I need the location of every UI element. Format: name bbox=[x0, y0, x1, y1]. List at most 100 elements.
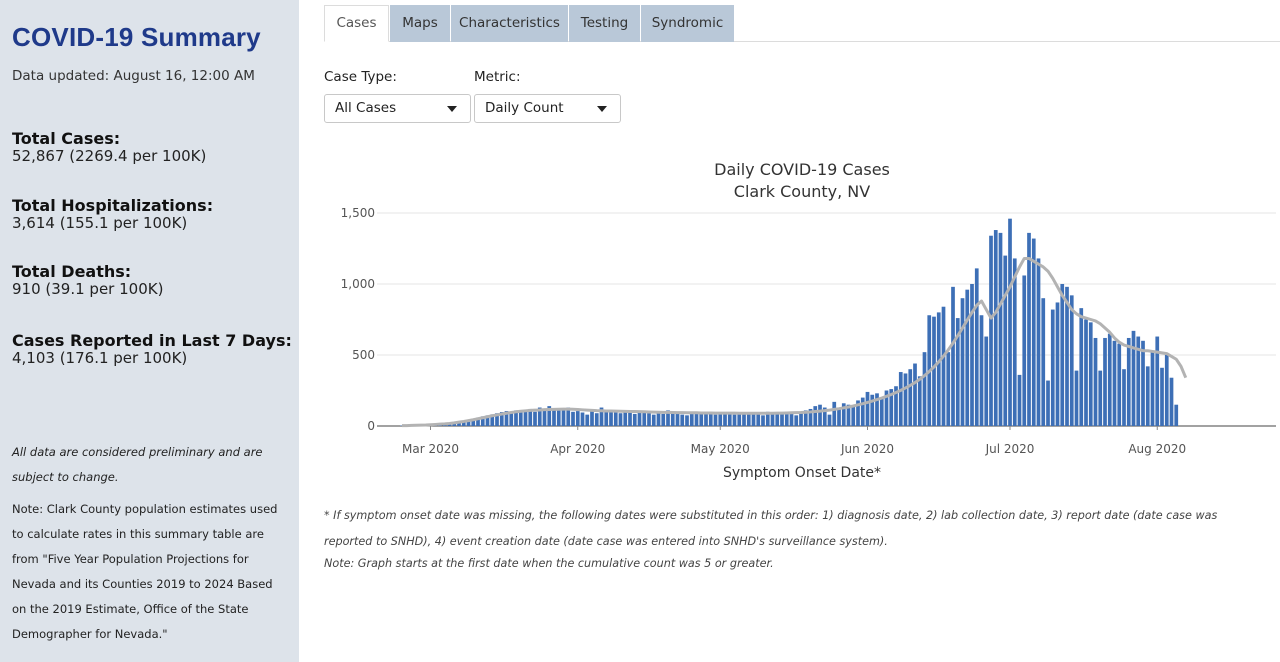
total-hospitalizations-label: Total Hospitalizations: bbox=[12, 196, 214, 215]
x-tick-label: Mar 2020 bbox=[402, 442, 459, 456]
daily-bar bbox=[941, 306, 946, 426]
daily-bar bbox=[1074, 370, 1079, 426]
daily-bar bbox=[1046, 380, 1050, 426]
preliminary-note: All data are considered preliminary and … bbox=[12, 445, 263, 484]
y-tick-label: 1,000 bbox=[341, 277, 375, 291]
daily-bar bbox=[789, 412, 794, 426]
daily-bar bbox=[917, 376, 922, 426]
daily-bar bbox=[623, 412, 628, 426]
daily-bar bbox=[1060, 284, 1065, 426]
daily-bar bbox=[922, 352, 927, 426]
daily-bar bbox=[832, 401, 837, 426]
tab-syndromic[interactable]: Syndromic bbox=[641, 5, 734, 42]
daily-bar bbox=[903, 373, 908, 426]
daily-bar bbox=[656, 412, 661, 426]
daily-bar bbox=[898, 372, 903, 426]
daily-bar bbox=[1126, 337, 1131, 426]
daily-cases-chart: Daily COVID-19 Cases Clark County, NV 0 5… bbox=[341, 160, 1276, 481]
daily-bar bbox=[1003, 255, 1008, 426]
daily-bar bbox=[1103, 337, 1107, 426]
last-7-days-value: 4,103 (176.1 per 100K) bbox=[12, 349, 188, 367]
x-axis-ticks: Mar 2020 Apr 2020 May 2020 Jun 2020 Jul 2020… bbox=[402, 426, 1186, 456]
daily-bar bbox=[585, 414, 590, 426]
daily-bar bbox=[1069, 295, 1074, 426]
daily-bar bbox=[993, 230, 998, 426]
case-type-select[interactable]: All Cases bbox=[324, 94, 471, 123]
daily-bar bbox=[689, 412, 694, 426]
daily-bar bbox=[794, 415, 799, 426]
daily-bar bbox=[761, 415, 765, 426]
daily-bar bbox=[1164, 355, 1169, 426]
daily-bar bbox=[575, 411, 580, 426]
daily-bar bbox=[865, 391, 870, 426]
daily-bar bbox=[637, 411, 642, 426]
daily-bar bbox=[1027, 232, 1031, 426]
daily-bar bbox=[713, 414, 718, 426]
tab-testing[interactable]: Testing bbox=[569, 5, 640, 42]
daily-bar bbox=[1098, 370, 1103, 426]
daily-bar bbox=[1088, 322, 1093, 426]
total-deaths-value: 910 (39.1 per 100K) bbox=[12, 280, 164, 298]
metric-label: Metric: bbox=[474, 69, 521, 85]
case-type-value: All Cases bbox=[335, 100, 397, 116]
chart-subtitle: Clark County, NV bbox=[734, 182, 870, 201]
daily-bar bbox=[936, 312, 941, 426]
daily-bar bbox=[680, 414, 685, 426]
daily-bar bbox=[1031, 238, 1036, 426]
daily-bar bbox=[979, 315, 984, 426]
daily-bar bbox=[628, 411, 632, 426]
daily-bar bbox=[718, 413, 723, 426]
total-cases-value: 52,867 (2269.4 per 100K) bbox=[12, 147, 207, 165]
daily-bar bbox=[989, 235, 993, 426]
daily-bar bbox=[879, 397, 884, 426]
x-tick-label: Jul 2020 bbox=[985, 442, 1035, 456]
metric-select[interactable]: Daily Count bbox=[474, 94, 621, 123]
daily-bar bbox=[685, 415, 689, 426]
daily-bar bbox=[732, 414, 737, 426]
tab-maps[interactable]: Maps bbox=[390, 5, 450, 42]
daily-bar bbox=[799, 412, 803, 426]
daily-bar bbox=[998, 232, 1003, 426]
daily-bar bbox=[594, 413, 599, 426]
daily-bar bbox=[984, 336, 989, 426]
y-tick-label: 500 bbox=[352, 348, 375, 362]
daily-bar bbox=[1065, 286, 1069, 426]
chart-title: Daily COVID-19 Cases bbox=[714, 160, 890, 179]
last-7-days-label: Cases Reported in Last 7 Days: bbox=[12, 331, 292, 350]
daily-bar bbox=[1141, 340, 1145, 426]
daily-bar bbox=[552, 409, 556, 426]
total-deaths-label: Total Deaths: bbox=[12, 262, 132, 281]
chevron-down-icon bbox=[447, 106, 457, 112]
daily-bar bbox=[542, 410, 547, 426]
daily-bar bbox=[756, 413, 761, 426]
daily-bar bbox=[827, 414, 832, 426]
daily-bar bbox=[965, 289, 970, 426]
total-cases-label: Total Cases: bbox=[12, 129, 121, 148]
y-tick-label: 1,500 bbox=[341, 206, 375, 220]
daily-bar bbox=[571, 411, 575, 426]
daily-bar bbox=[675, 413, 680, 426]
daily-bar bbox=[561, 410, 566, 426]
daily-bar bbox=[946, 352, 951, 426]
summary-sidebar: COVID-19 Summary Data updated: August 16… bbox=[0, 0, 299, 662]
total-hospitalizations-stat: Total Hospitalizations: 3,614 (155.1 per… bbox=[12, 197, 213, 232]
tab-cases[interactable]: Cases bbox=[324, 5, 389, 42]
daily-bar bbox=[1150, 352, 1155, 426]
daily-bar bbox=[1131, 330, 1136, 426]
total-hospitalizations-value: 3,614 (155.1 per 100K) bbox=[12, 214, 188, 232]
daily-bar bbox=[1050, 309, 1055, 426]
last-7-days-stat: Cases Reported in Last 7 Days: 4,103 (17… bbox=[12, 332, 292, 367]
chevron-down-icon bbox=[597, 106, 607, 112]
daily-bar bbox=[604, 411, 609, 426]
daily-bar bbox=[770, 413, 775, 426]
tab-characteristics[interactable]: Characteristics bbox=[451, 5, 568, 42]
daily-bar bbox=[1041, 298, 1046, 426]
case-type-label: Case Type: bbox=[324, 69, 397, 85]
daily-bar bbox=[813, 406, 818, 426]
daily-bar bbox=[913, 363, 917, 426]
daily-bar bbox=[609, 410, 613, 426]
daily-bar bbox=[1022, 275, 1027, 426]
daily-bar bbox=[632, 413, 637, 426]
daily-bar bbox=[970, 284, 974, 426]
data-updated-text: Data updated: August 16, 12:00 AM bbox=[12, 68, 255, 84]
